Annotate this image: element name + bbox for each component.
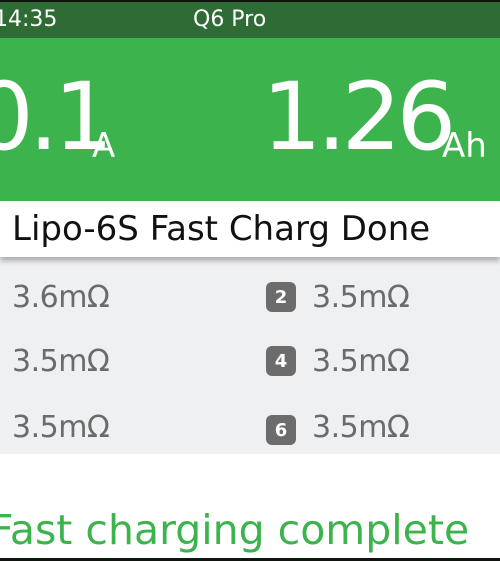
cell-1: 3.6mΩ xyxy=(12,277,110,317)
cell-5: 3.5mΩ xyxy=(12,407,110,447)
completion-message: Fast charging complete xyxy=(0,506,470,554)
charge-readout: 0.1 A 1.26 Ah xyxy=(0,38,500,201)
cell-2-badge: 2 xyxy=(266,282,296,312)
cell-1-resistance: 3.6mΩ xyxy=(12,279,110,315)
cell-2-resistance: 3.5mΩ xyxy=(312,279,410,315)
charger-screen: 14:35 Q6 Pro 0.1 A 1.26 Ah Lipo-6S Fast … xyxy=(0,0,500,561)
cell-resistance-panel: 3.6mΩ 2 3.5mΩ 3.5mΩ 4 3.5mΩ 3.5mΩ 6 3.5m… xyxy=(0,257,500,454)
capacity-unit: Ah xyxy=(442,126,487,166)
cell-6: 6 3.5mΩ xyxy=(266,407,410,447)
mode-label: Lipo-6S Fast Charg Done xyxy=(12,209,431,249)
cell-4: 4 3.5mΩ xyxy=(266,341,410,381)
current-unit: A xyxy=(92,126,116,166)
cell-4-resistance: 3.5mΩ xyxy=(312,343,410,379)
mode-banner: Lipo-6S Fast Charg Done xyxy=(0,201,500,257)
cell-6-badge: 6 xyxy=(266,415,296,445)
cell-4-badge: 4 xyxy=(266,346,296,376)
clock: 14:35 xyxy=(0,7,58,32)
cell-3-resistance: 3.5mΩ xyxy=(12,343,110,379)
cell-2: 2 3.5mΩ xyxy=(266,277,410,317)
cell-3: 3.5mΩ xyxy=(12,341,110,381)
device-model: Q6 Pro xyxy=(193,7,267,32)
capacity-value: 1.26 xyxy=(262,63,456,172)
cell-5-resistance: 3.5mΩ xyxy=(12,409,110,445)
status-bar: 14:35 Q6 Pro xyxy=(0,2,500,38)
cell-6-resistance: 3.5mΩ xyxy=(312,409,410,445)
